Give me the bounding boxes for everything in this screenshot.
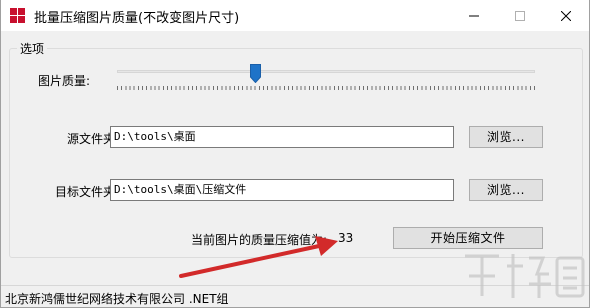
start-compress-button[interactable]: 开始压缩文件 xyxy=(393,227,543,249)
quality-slider-ticks xyxy=(117,86,535,90)
status-text: 北京新鸿儒世纪网络技术有限公司 .NET组 xyxy=(5,292,229,306)
app-window-icon xyxy=(10,8,25,23)
window-title: 批量压缩图片质量(不改变图片尺寸) xyxy=(34,11,240,26)
minimize-icon xyxy=(469,15,479,16)
title-bar[interactable]: 批量压缩图片质量(不改变图片尺寸) xyxy=(1,0,589,31)
minimize-button[interactable] xyxy=(451,0,497,31)
status-bar: 北京新鸿儒世纪网络技术有限公司 .NET组 xyxy=(1,285,589,307)
quality-slider-thumb[interactable] xyxy=(250,64,261,83)
maximize-icon xyxy=(515,10,525,21)
close-button[interactable] xyxy=(543,0,589,31)
quality-label: 图片质量: xyxy=(38,74,91,88)
close-icon xyxy=(561,10,571,21)
current-quality-label: 当前图片的质量压缩值为: xyxy=(191,233,328,247)
current-quality-value: 33 xyxy=(338,231,354,245)
target-browse-button[interactable]: 浏览... xyxy=(469,179,543,201)
maximize-button[interactable] xyxy=(497,0,543,31)
target-folder-input[interactable]: D:\tools\桌面\压缩文件 xyxy=(110,179,454,201)
source-folder-input[interactable]: D:\tools\桌面 xyxy=(110,126,454,148)
quality-slider-track[interactable] xyxy=(117,70,535,73)
app-window: 批量压缩图片质量(不改变图片尺寸) 选项 图片质量: 源文件夹: D:\tool xyxy=(0,0,590,308)
options-group-title: 选项 xyxy=(17,40,48,57)
source-browse-button[interactable]: 浏览... xyxy=(469,126,543,148)
